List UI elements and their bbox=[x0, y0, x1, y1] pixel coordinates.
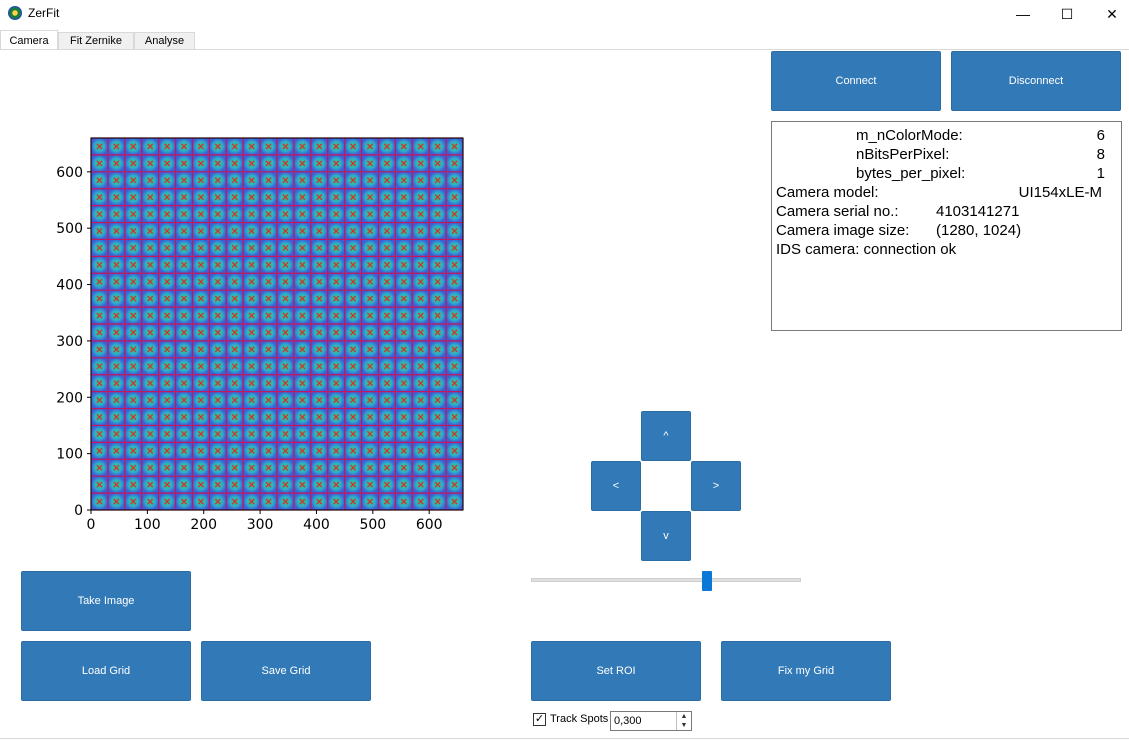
x-tick-label: 400 bbox=[303, 517, 330, 533]
move-right-button[interactable]: > bbox=[691, 461, 741, 511]
step-slider-track[interactable] bbox=[531, 578, 801, 582]
y-tick-label: 0 bbox=[74, 503, 83, 519]
x-tick-label: 0 bbox=[87, 517, 96, 533]
disconnect-button[interactable]: Disconnect bbox=[951, 51, 1121, 111]
x-tick-label: 200 bbox=[190, 517, 217, 533]
chevron-left-icon: < bbox=[612, 480, 620, 492]
x-tick-label: 100 bbox=[134, 517, 161, 533]
camera-image-size-value: (1280, 1024) bbox=[936, 222, 1022, 239]
move-left-button[interactable]: < bbox=[591, 461, 641, 511]
threshold-value: 0,300 bbox=[614, 715, 642, 727]
bytes-per-pixel-value: 1 bbox=[1096, 165, 1105, 182]
title-bar: ZerFit — ☐ ✕ bbox=[0, 0, 1129, 28]
x-tick-label: 300 bbox=[247, 517, 274, 533]
tab-analyse[interactable]: Analyse bbox=[134, 32, 195, 49]
chevron-down-icon: v bbox=[663, 530, 669, 542]
bytes-per-pixel-label: bytes_per_pixel: bbox=[856, 165, 966, 182]
move-up-button[interactable]: ^ bbox=[641, 411, 691, 461]
connect-button[interactable]: Connect bbox=[771, 51, 941, 111]
spinbox-arrows: ▲ ▼ bbox=[676, 712, 691, 730]
y-tick-label: 400 bbox=[56, 278, 83, 294]
minimize-button[interactable]: — bbox=[1000, 0, 1046, 28]
step-slider-handle[interactable] bbox=[702, 571, 712, 591]
spin-up-icon[interactable]: ▲ bbox=[677, 712, 691, 721]
save-grid-button[interactable]: Save Grid bbox=[201, 641, 371, 701]
bits-per-pixel-value: 8 bbox=[1096, 146, 1105, 163]
y-tick-label: 100 bbox=[56, 447, 83, 463]
move-down-button[interactable]: v bbox=[641, 511, 691, 561]
connection-status: IDS camera: connection ok bbox=[776, 241, 957, 258]
tab-camera[interactable]: Camera bbox=[0, 30, 58, 50]
y-tick-label: 500 bbox=[56, 221, 83, 237]
chevron-right-icon: > bbox=[712, 480, 720, 492]
camera-model-label: Camera model: bbox=[776, 184, 879, 201]
tab-bar: Camera Fit Zernike Analyse bbox=[0, 30, 1129, 50]
load-grid-button[interactable]: Load Grid bbox=[21, 641, 191, 701]
maximize-button[interactable]: ☐ bbox=[1044, 0, 1090, 28]
camera-image-size-label: Camera image size: bbox=[776, 222, 910, 239]
spin-down-icon[interactable]: ▼ bbox=[677, 721, 691, 730]
x-tick-label: 600 bbox=[416, 517, 443, 533]
track-spots-label: Track Spots bbox=[550, 713, 609, 725]
color-mode-label: m_nColorMode: bbox=[856, 127, 963, 144]
set-roi-button[interactable]: Set ROI bbox=[531, 641, 701, 701]
camera-model-value: UI154xLE-M bbox=[1018, 184, 1102, 201]
zerfit-app-icon bbox=[8, 6, 22, 20]
bits-per-pixel-label: nBitsPerPixel: bbox=[856, 146, 950, 163]
x-tick-label: 500 bbox=[359, 517, 386, 533]
camera-serial-label: Camera serial no.: bbox=[776, 203, 899, 220]
fix-my-grid-button[interactable]: Fix my Grid bbox=[721, 641, 891, 701]
window-title: ZerFit bbox=[28, 6, 60, 20]
tab-fit-zernike[interactable]: Fit Zernike bbox=[58, 32, 134, 49]
camera-info-box: m_nColorMode: 6 nBitsPerPixel: 8 bytes_p… bbox=[771, 121, 1122, 331]
y-tick-label: 600 bbox=[56, 165, 83, 181]
close-button[interactable]: ✕ bbox=[1089, 0, 1129, 28]
take-image-button[interactable]: Take Image bbox=[21, 571, 191, 631]
threshold-spinbox[interactable]: 0,300 ▲ ▼ bbox=[610, 711, 692, 731]
y-tick-label: 200 bbox=[56, 390, 83, 406]
camera-serial-value: 4103141271 bbox=[936, 203, 1020, 220]
chevron-up-icon: ^ bbox=[663, 430, 669, 442]
color-mode-value: 6 bbox=[1096, 127, 1105, 144]
y-tick-label: 300 bbox=[56, 334, 83, 350]
track-spots-checkbox[interactable]: ✓ bbox=[533, 713, 546, 726]
